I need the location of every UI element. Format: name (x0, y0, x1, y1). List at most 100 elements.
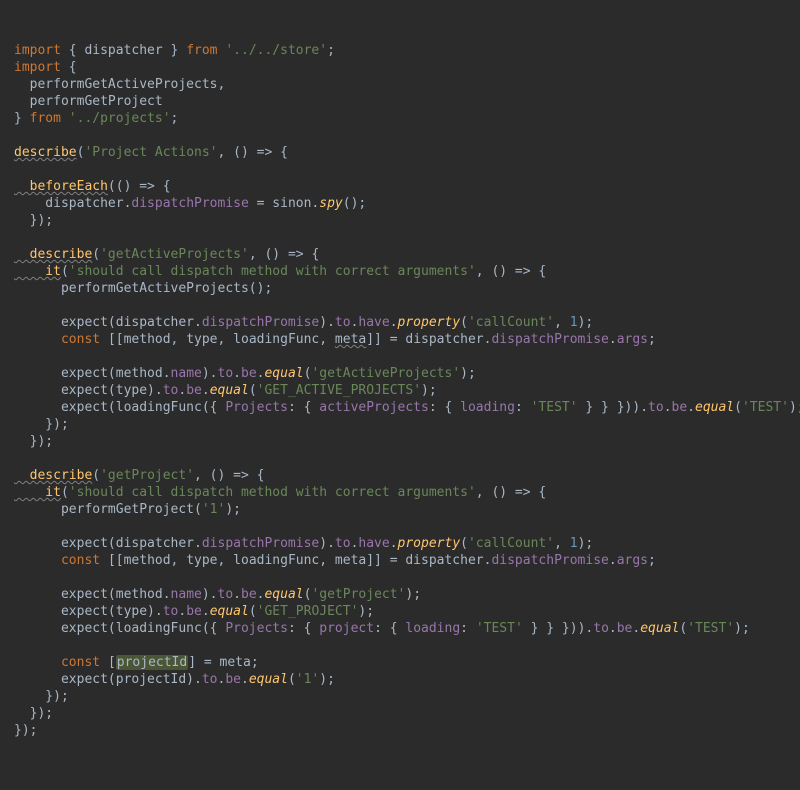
t: { (61, 60, 77, 75)
kw-const: const (61, 332, 108, 347)
str: 'Project Actions' (84, 145, 217, 160)
t: ); (319, 672, 335, 687)
t: . (202, 383, 210, 398)
t: , () => { (218, 145, 288, 160)
t: ). (202, 587, 218, 602)
prop: be (672, 400, 688, 415)
t: ); (358, 604, 374, 619)
t: . (687, 400, 695, 415)
t: ); (225, 502, 241, 517)
t: ( (288, 672, 296, 687)
t: } } })). (578, 400, 648, 415)
fn-equal: equal (264, 366, 303, 381)
t: . (390, 536, 398, 551)
t: , (554, 536, 570, 551)
str: 'GET_ACTIVE_PROJECTS' (257, 383, 421, 398)
code-block[interactable]: import { dispatcher } from '../../store'… (14, 42, 786, 739)
t: . (233, 587, 241, 602)
t: (); (343, 196, 366, 211)
t: , () => { (249, 247, 319, 262)
t: . (233, 366, 241, 381)
prop: name (171, 587, 202, 602)
t: . (609, 553, 617, 568)
t: : { (374, 621, 405, 636)
t: }); (14, 706, 53, 721)
t: { dispatcher } (61, 43, 186, 58)
t: ); (405, 587, 421, 602)
prop: dispatchPromise (131, 196, 248, 211)
t: ); (578, 536, 594, 551)
t: performGetProject( (14, 502, 202, 517)
t (14, 332, 61, 347)
prop: have (358, 536, 389, 551)
str: 'should call dispatch method with correc… (69, 485, 476, 500)
str: 'TEST' (742, 400, 789, 415)
t: ; (648, 553, 656, 568)
str: 'getActiveProjects' (311, 366, 460, 381)
prop: be (617, 621, 633, 636)
t: expect(type). (14, 604, 163, 619)
t: [[method, type, loadingFunc, (108, 332, 335, 347)
fn-beforeEach: beforeEach (14, 179, 108, 194)
fn-describe: describe (14, 247, 92, 262)
t: expect(loadingFunc({ (14, 400, 225, 415)
str: '../../store' (225, 43, 327, 58)
t: ). (319, 536, 335, 551)
fn: property (398, 536, 461, 551)
t: (() => { (108, 179, 171, 194)
t: : (515, 400, 531, 415)
prop: be (186, 604, 202, 619)
t: expect(dispatcher. (14, 536, 202, 551)
t: . (202, 604, 210, 619)
t: expect(projectId). (14, 672, 202, 687)
code-editor-pane[interactable]: { "code": { "l01_a":"import","l01_b":" {… (0, 0, 800, 720)
t: }); (14, 417, 69, 432)
t: ; (171, 111, 179, 126)
t (14, 553, 61, 568)
t: , () => { (476, 264, 546, 279)
t: expect(type). (14, 383, 163, 398)
prop: have (358, 315, 389, 330)
t: ( (61, 485, 69, 500)
selected-var: projectId (116, 655, 188, 670)
t: ] = meta; (188, 655, 258, 670)
num: 1 (570, 536, 578, 551)
t: , () => { (476, 485, 546, 500)
t: : (460, 621, 476, 636)
str: 'should call dispatch method with correc… (69, 264, 476, 279)
prop: Projects (225, 621, 288, 636)
fn-equal: equal (264, 587, 303, 602)
t: [[method, type, loadingFunc, meta]] = di… (108, 553, 492, 568)
t: ); (789, 400, 800, 415)
t: ). (319, 315, 335, 330)
t: . (241, 672, 249, 687)
prop: dispatchPromise (202, 315, 319, 330)
t: ( (92, 247, 100, 262)
prop: to (202, 672, 218, 687)
t: ( (61, 264, 69, 279)
t: expect(method. (14, 587, 171, 602)
t: expect(dispatcher. (14, 315, 202, 330)
t: performGetActiveProjects(); (14, 281, 272, 296)
prop: loading (460, 400, 515, 415)
t: = sinon. (249, 196, 319, 211)
t: }); (14, 213, 53, 228)
t: : { (288, 621, 319, 636)
str: '1' (296, 672, 319, 687)
t: ); (734, 621, 750, 636)
t: [ (108, 655, 116, 670)
kw-from: from (30, 111, 69, 126)
prop: to (335, 315, 351, 330)
fn-describe: describe (14, 468, 92, 483)
unused-var: meta (335, 332, 366, 347)
str: 'callCount' (468, 315, 554, 330)
t: ; (648, 332, 656, 347)
t: } } })). (523, 621, 593, 636)
t: : { (429, 400, 460, 415)
t: ); (421, 383, 437, 398)
t: . (609, 621, 617, 636)
t: dispatcher. (14, 196, 131, 211)
prop: be (225, 672, 241, 687)
t: expect(loadingFunc({ (14, 621, 225, 636)
str: 'getActiveProjects' (100, 247, 249, 262)
